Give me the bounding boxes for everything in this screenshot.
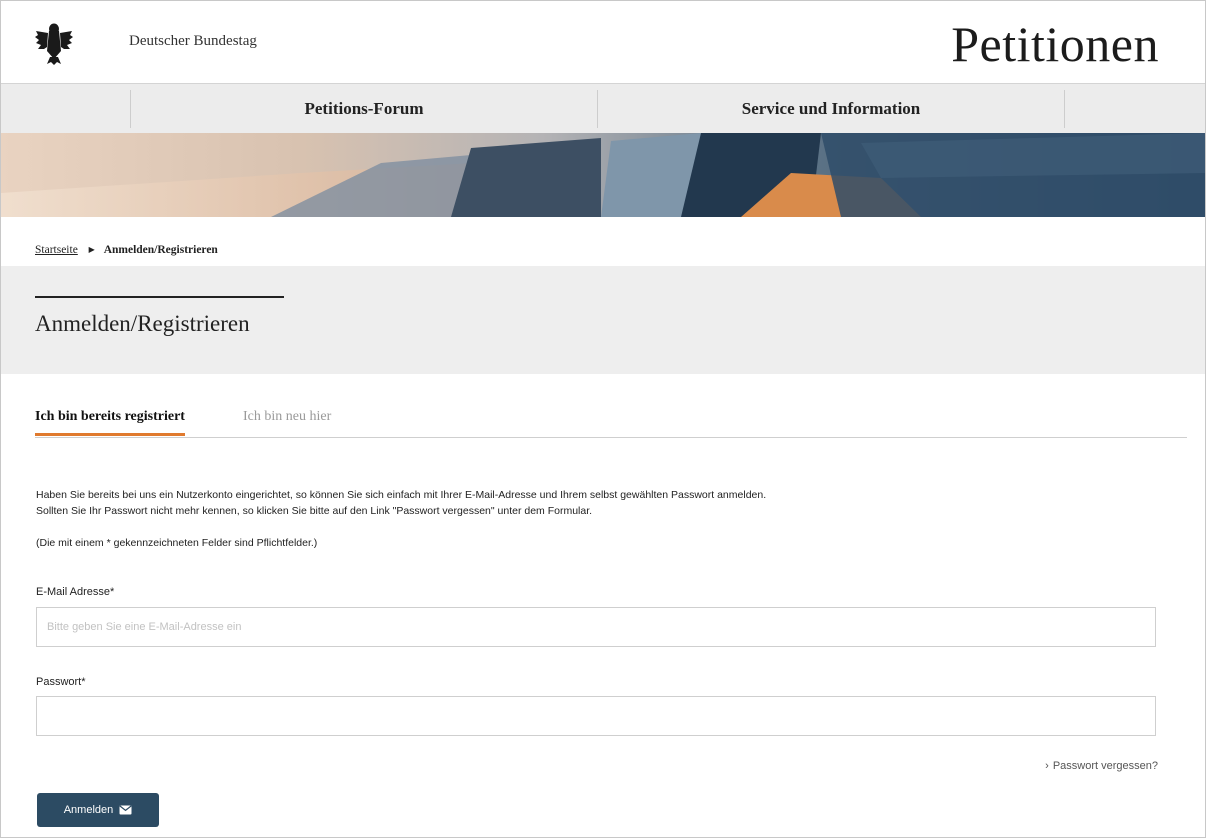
page-title-band: Anmelden/Registrieren [1, 266, 1205, 374]
site-brand-title[interactable]: Petitionen [951, 15, 1159, 73]
nav-item-service-information[interactable]: Service und Information [598, 84, 1064, 134]
title-rule [35, 296, 284, 298]
forgot-password-label: Passwort vergessen? [1052, 760, 1158, 772]
chevron-right-icon: › [1045, 760, 1049, 772]
login-tabs: Ich bin bereits registriert Ich bin neu … [35, 399, 1187, 438]
page: Deutscher Bundestag Petitionen Petitions… [0, 0, 1206, 838]
envelope-icon [119, 805, 132, 815]
intro-text: Haben Sie bereits bei uns ein Nutzerkont… [36, 487, 1186, 519]
breadcrumb-current: Anmelden/Registrieren [103, 244, 218, 256]
intro-line-2: Sollten Sie Ihr Passwort nicht mehr kenn… [36, 505, 593, 517]
tab-already-registered[interactable]: Ich bin bereits registriert [35, 409, 185, 436]
page-title: Anmelden/Registrieren [35, 311, 250, 336]
intro-line-1: Haben Sie bereits bei uns ein Nutzerkont… [36, 489, 767, 501]
password-field[interactable] [36, 696, 1156, 736]
breadcrumb-home-link[interactable]: Startseite [35, 244, 78, 256]
login-button[interactable]: Anmelden [37, 793, 159, 827]
forgot-password-link[interactable]: › Passwort vergessen? [1045, 760, 1158, 772]
main-navigation: Petitions-Forum Service und Information [1, 83, 1205, 134]
organization-name: Deutscher Bundestag [129, 33, 257, 49]
login-button-label: Anmelden [63, 804, 114, 816]
breadcrumb: Startseite ▶ Anmelden/Registrieren [35, 244, 218, 256]
nav-item-petitions-forum[interactable]: Petitions-Forum [131, 84, 597, 134]
required-fields-note: (Die mit einem * gekennzeichneten Felder… [36, 537, 318, 549]
header-banner-image [1, 133, 1205, 217]
email-field[interactable] [36, 607, 1156, 647]
site-header: Deutscher Bundestag Petitionen [1, 1, 1205, 83]
email-label: E-Mail Adresse* [36, 586, 115, 598]
nav-divider [1064, 90, 1065, 128]
tab-new-here[interactable]: Ich bin neu hier [243, 409, 331, 433]
triangle-right-icon: ▶ [88, 245, 95, 254]
federal-eagle-icon[interactable] [34, 21, 74, 65]
password-label: Passwort* [36, 676, 86, 688]
